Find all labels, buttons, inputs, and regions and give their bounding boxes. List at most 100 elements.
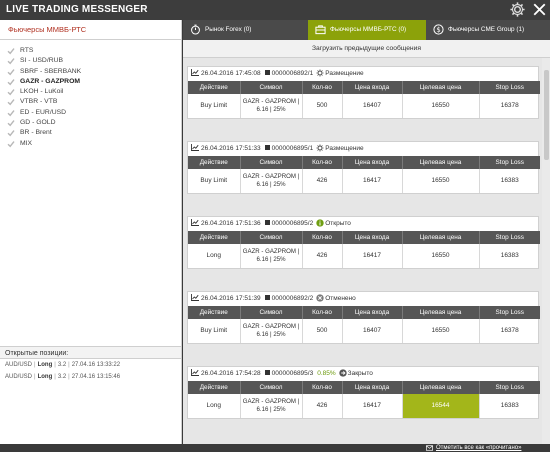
- message-card: 26.04.2016 17:45:08 0000006892/1 Размещени…: [187, 66, 540, 119]
- sidebar-item-instrument[interactable]: RTS: [0, 46, 181, 56]
- cell-target-price: 16550: [402, 319, 480, 343]
- order-status: Размещение: [325, 70, 364, 77]
- tab-cme-futures[interactable]: $ Фьючерсы CME Group (1): [426, 20, 550, 40]
- column-header: Действие: [188, 81, 241, 94]
- cell-symbol: GAZR - GAZPROM | 6.16 | 25%: [240, 244, 303, 268]
- position-pair: AUD/USD: [5, 362, 33, 368]
- table-row: Buy Limit GAZR - GAZPROM | 6.16 | 25% 500 16…: [188, 319, 540, 343]
- cell-target-price: 16544: [402, 394, 480, 418]
- sidebar-item-instrument[interactable]: GAZR - GAZPROM: [0, 77, 181, 87]
- order-number: 0000006895/2: [271, 220, 314, 227]
- order-table: Действие Символ Кол-во Цена входа Целевая це…: [188, 231, 540, 268]
- chart-icon[interactable]: [191, 369, 199, 376]
- instrument-list: RTS SI - USD/RUB SBRF - SBERBANK GAZR - GAZ…: [0, 40, 181, 149]
- table-header-row: Действие Символ Кол-во Цена входа Целевая це…: [188, 381, 540, 394]
- sidebar-item-label: LKOH - LuKoil: [20, 88, 64, 96]
- sidebar-item-instrument[interactable]: BR - Brent: [0, 128, 181, 138]
- sidebar-item-instrument[interactable]: SI - USD/RUB: [0, 56, 181, 66]
- chart-icon[interactable]: [191, 294, 199, 301]
- cell-stop-loss: 16378: [500, 102, 519, 109]
- tab-micex-futures[interactable]: Фьючерсы ММВБ-РТС (0): [308, 20, 426, 40]
- load-previous-button[interactable]: Загрузить предыдущие сообщения: [183, 40, 550, 58]
- message-datetime: 26.04.2016 17:54:28: [201, 370, 261, 377]
- sidebar-item-label: SI - USD/RUB: [20, 57, 64, 65]
- checkmark-icon: [7, 68, 15, 75]
- column-header: Stop Loss: [479, 156, 540, 169]
- column-header: Действие: [188, 381, 241, 394]
- tab-forex[interactable]: Рынок Forex (0): [183, 20, 308, 40]
- close-icon[interactable]: [532, 2, 547, 17]
- symbol-line: GAZR - GAZPROM |: [242, 323, 300, 330]
- sidebar-item-instrument[interactable]: SBRF - SBERBANK: [0, 67, 181, 77]
- scrollbar-thumb[interactable]: [544, 70, 549, 160]
- message-datetime: 26.04.2016 17:51:33: [201, 145, 261, 152]
- order-number: 0000006895/3: [271, 370, 314, 377]
- order-number: 0000006895/1: [271, 145, 314, 152]
- symbol-line: 6.16 | 25%: [256, 406, 286, 413]
- column-header: Цена входа: [342, 156, 403, 169]
- message-card: 26.04.2016 17:54:28 0000006895/3 0.85% Закр…: [187, 366, 540, 419]
- symbol-line: 6.16 | 25%: [256, 181, 286, 188]
- sidebar-item-label: SBRF - SBERBANK: [20, 67, 82, 75]
- cancel-icon: [316, 293, 324, 302]
- order-status: Размещение: [325, 145, 364, 152]
- symbol-line: GAZR - GAZPROM |: [242, 398, 300, 405]
- column-header: Целевая цена: [402, 156, 480, 169]
- order-table: Действие Символ Кол-во Цена входа Целевая це…: [188, 81, 540, 118]
- column-header: Кол-во: [302, 231, 343, 244]
- table-header-row: Действие Символ Кол-во Цена входа Целевая це…: [188, 306, 540, 319]
- settings-gear-icon[interactable]: [509, 1, 526, 18]
- chart-icon[interactable]: [191, 144, 199, 151]
- message-header: 26.04.2016 17:51:36 0000006895/2 Открыто: [188, 217, 538, 231]
- order-table: Действие Символ Кол-во Цена входа Целевая це…: [188, 306, 540, 343]
- table-header-row: Действие Символ Кол-во Цена входа Целевая це…: [188, 231, 540, 244]
- order-icon: [264, 145, 270, 150]
- cell-stop-loss: 16383: [500, 177, 519, 184]
- column-header: Символ: [240, 306, 303, 319]
- message-header: 26.04.2016 17:51:33 0000006895/1 Размещени…: [188, 142, 538, 156]
- mark-all-read-link[interactable]: Отметить все как «прочитано»: [426, 444, 521, 452]
- open-position-row[interactable]: AUD/USD | Long | 3.2 | 27.04.16 13:15:46: [0, 371, 181, 383]
- order-status: Открыто: [325, 220, 351, 227]
- sidebar-item-instrument[interactable]: GD - GOLD: [0, 118, 181, 128]
- sidebar-header: Фьючерсы ММВБ-РТС: [0, 20, 181, 40]
- table-header-row: Действие Символ Кол-во Цена входа Целевая це…: [188, 156, 540, 169]
- cell-qty: 426: [302, 169, 343, 193]
- order-table: Действие Символ Кол-во Цена входа Целевая це…: [188, 381, 540, 418]
- position-side: Long: [37, 362, 53, 368]
- sidebar-item-instrument[interactable]: MIX: [0, 139, 181, 149]
- symbol-line: 6.16 | 25%: [256, 106, 286, 113]
- cell-qty: 426: [302, 244, 343, 268]
- column-header: Цена входа: [342, 306, 403, 319]
- column-header: Stop Loss: [479, 306, 540, 319]
- order-icon: [264, 295, 270, 300]
- cell-target-price: 16550: [402, 94, 480, 118]
- svg-text:$: $: [436, 26, 440, 34]
- order-icon: [264, 370, 270, 375]
- sidebar-item-instrument[interactable]: VTBR - VTB: [0, 97, 181, 107]
- open-position-row[interactable]: AUD/USD | Long | 3.2 | 27.04.16 13:33:22: [0, 359, 181, 371]
- stopwatch-icon: [191, 24, 200, 35]
- column-header: Кол-во: [302, 381, 343, 394]
- position-side: Long: [37, 374, 53, 380]
- mark-all-read-label: Отметить все как «прочитано»: [436, 445, 522, 451]
- column-header: Цена входа: [342, 81, 403, 94]
- column-header: Цена входа: [342, 231, 403, 244]
- info-icon: [316, 218, 324, 227]
- sidebar-item-instrument[interactable]: ED - EUR/USD: [0, 108, 181, 118]
- open-positions-title: Открытые позиции:: [0, 346, 181, 359]
- profit-percent: 0.85%: [317, 370, 336, 377]
- gear-icon: [316, 143, 324, 152]
- checkmark-icon: [7, 120, 15, 127]
- column-header: Символ: [240, 381, 303, 394]
- sidebar-item-label: RTS: [20, 47, 34, 54]
- sidebar-item-instrument[interactable]: LKOH - LuKoil: [0, 87, 181, 97]
- position-time: 27.04.16 13:15:46: [71, 374, 121, 380]
- cell-entry-price: 16407: [342, 94, 403, 118]
- column-header: Кол-во: [302, 156, 343, 169]
- tab-forex-label: Рынок Forex (0): [205, 26, 252, 33]
- chart-icon[interactable]: [191, 69, 199, 76]
- checkmark-icon: [7, 79, 15, 86]
- chart-icon[interactable]: [191, 219, 199, 226]
- messages-area: Загрузить предыдущие сообщения 26.04.201…: [183, 40, 550, 444]
